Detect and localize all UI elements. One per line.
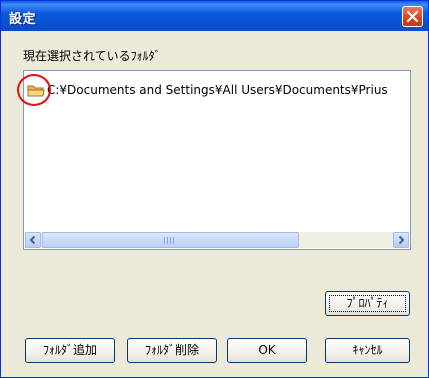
title-bar[interactable]: 設定 [1,1,428,31]
ok-button[interactable]: OK [227,338,307,363]
ok-button-label: OK [258,343,276,357]
close-icon [406,10,419,23]
add-folder-button[interactable]: ﾌｫﾙﾀﾞ追加 [25,338,115,363]
scroll-thumb[interactable] [42,232,299,248]
chevron-left-icon [29,235,36,245]
chevron-right-icon [398,235,405,245]
focus-rect [329,295,406,312]
grip-icon [164,237,176,244]
add-folder-button-label: ﾌｫﾙﾀﾞ追加 [42,343,97,357]
delete-folder-button[interactable]: ﾌｫﾙﾀﾞ削除 [127,338,217,363]
settings-dialog: 設定 現在選択されているﾌｫﾙﾀﾞ C:¥Documents and Setti… [0,0,429,378]
cancel-button-label: ｷｬﾝｾﾙ [352,343,383,357]
delete-folder-button-label: ﾌｫﾙﾀﾞ削除 [144,343,199,357]
highlight-circle [17,74,51,106]
cancel-button[interactable]: ｷｬﾝｾﾙ [325,338,410,363]
list-item[interactable]: C:¥Documents and Settings¥All Users¥Docu… [26,82,409,100]
scroll-left-button[interactable] [25,232,41,248]
window-title: 設定 [9,12,37,27]
properties-button[interactable]: ﾌﾟﾛﾊﾟﾃｨ [325,291,410,316]
close-button[interactable] [402,6,423,27]
horizontal-scrollbar[interactable] [25,232,409,248]
folder-list[interactable]: C:¥Documents and Settings¥All Users¥Docu… [23,70,411,250]
scroll-right-button[interactable] [393,232,409,248]
selected-folder-label: 現在選択されているﾌｫﾙﾀﾞ [23,49,161,63]
folder-path: C:¥Documents and Settings¥All Users¥Docu… [47,83,388,97]
